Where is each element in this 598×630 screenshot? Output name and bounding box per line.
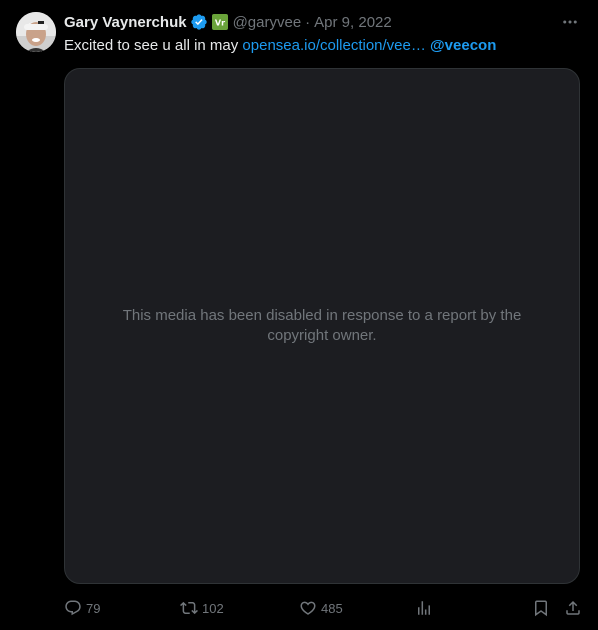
- bookmark-icon: [532, 599, 550, 617]
- bookmark-button[interactable]: [532, 596, 550, 620]
- share-button[interactable]: [564, 596, 582, 620]
- retweet-count: 102: [202, 600, 224, 616]
- verified-badge-icon[interactable]: [190, 13, 208, 31]
- tweet-mention[interactable]: @veecon: [430, 37, 496, 54]
- tweet-link[interactable]: opensea.io/collection/vee…: [242, 37, 425, 54]
- views-button[interactable]: [415, 596, 433, 620]
- like-button[interactable]: 485: [299, 596, 343, 620]
- reply-button[interactable]: 79: [64, 596, 100, 620]
- retweet-button[interactable]: 102: [180, 596, 224, 620]
- reply-icon: [64, 599, 82, 617]
- heart-icon: [299, 599, 317, 617]
- reply-count: 79: [86, 600, 101, 616]
- avatar[interactable]: [16, 12, 56, 52]
- views-icon: [415, 599, 433, 617]
- svg-text:Vr: Vr: [215, 19, 225, 28]
- like-count: 485: [321, 600, 343, 616]
- tweet-text: Excited to see u all in may opensea.io/c…: [64, 36, 584, 56]
- tweet-text-body: Excited to see u all in may: [64, 37, 243, 54]
- more-horizontal-icon[interactable]: [558, 12, 582, 32]
- tweet[interactable]: Gary Vaynerchuk Vr @garyvee · Apr 9, 202…: [0, 0, 598, 630]
- separator: ·: [305, 13, 311, 31]
- tweet-header: Gary Vaynerchuk Vr @garyvee · Apr 9, 202…: [64, 12, 392, 32]
- author-handle[interactable]: @garyvee: [233, 14, 302, 31]
- retweet-icon: [180, 599, 198, 617]
- media-container[interactable]: This media has been disabled in response…: [64, 68, 580, 584]
- tweet-date[interactable]: Apr 9, 2022: [314, 14, 392, 31]
- avatar-image: [16, 12, 56, 52]
- share-icon: [564, 599, 582, 617]
- affiliate-badge-icon[interactable]: Vr: [211, 14, 228, 30]
- media-disabled-message: This media has been disabled in response…: [122, 307, 522, 344]
- action-bar: 79 102 485: [64, 596, 586, 620]
- author-name[interactable]: Gary Vaynerchuk: [64, 14, 187, 31]
